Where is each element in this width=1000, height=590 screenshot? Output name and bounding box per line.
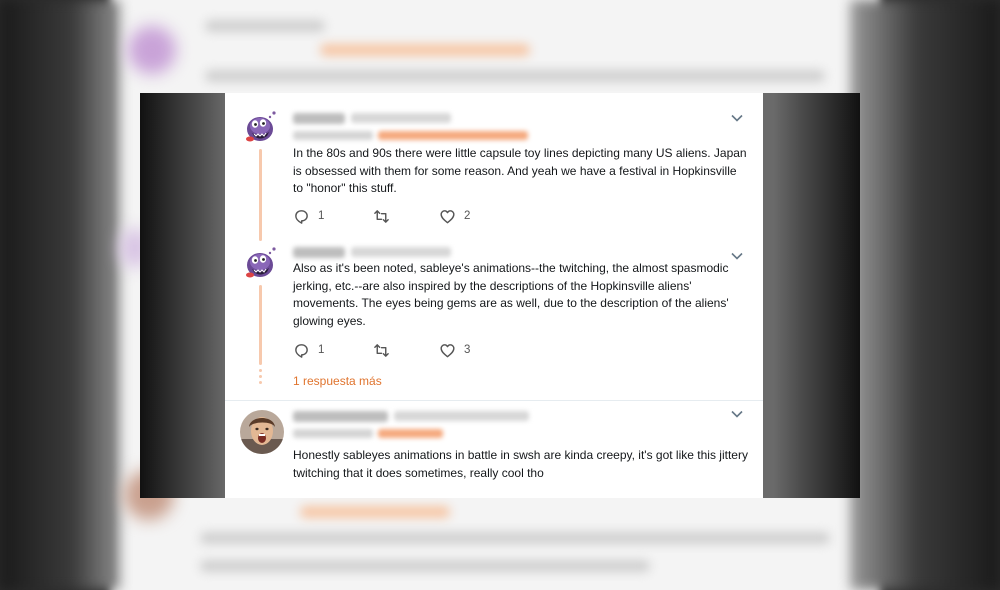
reply-count: 1 — [318, 210, 325, 222]
retweet-button[interactable] — [373, 342, 439, 359]
like-button[interactable]: 2 — [439, 208, 470, 225]
blurred-text — [320, 44, 530, 56]
tweet-actions: 1 3 — [293, 341, 470, 359]
blurred-avatar — [128, 26, 176, 74]
blurred-text — [205, 20, 325, 32]
blurred-right-edge — [850, 0, 1000, 590]
tweet-text: Also as it's been noted, sableye's anima… — [293, 261, 729, 328]
like-count: 2 — [464, 210, 471, 222]
tweet-header — [293, 109, 451, 127]
retweet-icon — [374, 209, 389, 223]
person-avatar[interactable] — [239, 409, 285, 455]
more-replies-link[interactable]: 1 respuesta más — [293, 374, 382, 388]
blurred-left-edge — [0, 0, 120, 590]
blurred-text — [200, 532, 830, 544]
sableye-avatar[interactable] — [243, 109, 279, 145]
like-icon — [440, 209, 455, 223]
reply-button[interactable]: 1 — [293, 208, 373, 225]
thread-line — [259, 149, 262, 241]
tweet-text: Honestly sableyes animations in battle i… — [293, 448, 748, 480]
tweet[interactable]: In the 80s and 90s there were little cap… — [225, 103, 763, 241]
blurred-replying-label — [293, 428, 373, 438]
like-button[interactable]: 3 — [439, 342, 470, 359]
more-replies-dots — [259, 369, 262, 387]
tweet-actions: 1 2 — [293, 207, 470, 225]
like-icon — [440, 343, 455, 357]
blurred-text — [300, 506, 450, 518]
tweet[interactable]: Also as it's been noted, sableye's anima… — [225, 241, 763, 401]
blurred-username — [293, 112, 345, 124]
replying-to — [293, 425, 443, 441]
blurred-mention[interactable] — [378, 130, 528, 140]
reply-count: 1 — [318, 344, 325, 356]
reply-icon — [295, 209, 308, 224]
sableye-avatar[interactable] — [243, 245, 279, 281]
tweet[interactable]: Honestly sableyes animations in battle i… — [225, 401, 763, 498]
blurred-username — [293, 410, 388, 422]
tweet-header — [293, 407, 529, 425]
blurred-handle — [394, 411, 529, 421]
retweet-button[interactable] — [373, 208, 439, 225]
blurred-text — [205, 70, 825, 82]
replying-to — [293, 127, 528, 143]
blurred-handle — [351, 247, 451, 257]
tweet-thread-card: In the 80s and 90s there were little cap… — [225, 93, 763, 498]
reply-icon — [295, 343, 308, 358]
blurred-handle — [351, 113, 451, 123]
tweet-text: In the 80s and 90s there were little cap… — [293, 146, 747, 195]
like-count: 3 — [464, 344, 471, 356]
blurred-text — [200, 560, 650, 572]
blurred-mention[interactable] — [378, 428, 443, 438]
tweet-header — [293, 243, 451, 261]
reply-button[interactable]: 1 — [293, 342, 373, 359]
thread-line — [259, 285, 262, 365]
chevron-down-icon[interactable] — [730, 407, 744, 421]
blurred-username — [293, 246, 345, 258]
chevron-down-icon[interactable] — [730, 111, 744, 125]
blurred-replying-label — [293, 130, 373, 140]
retweet-icon — [374, 343, 389, 357]
